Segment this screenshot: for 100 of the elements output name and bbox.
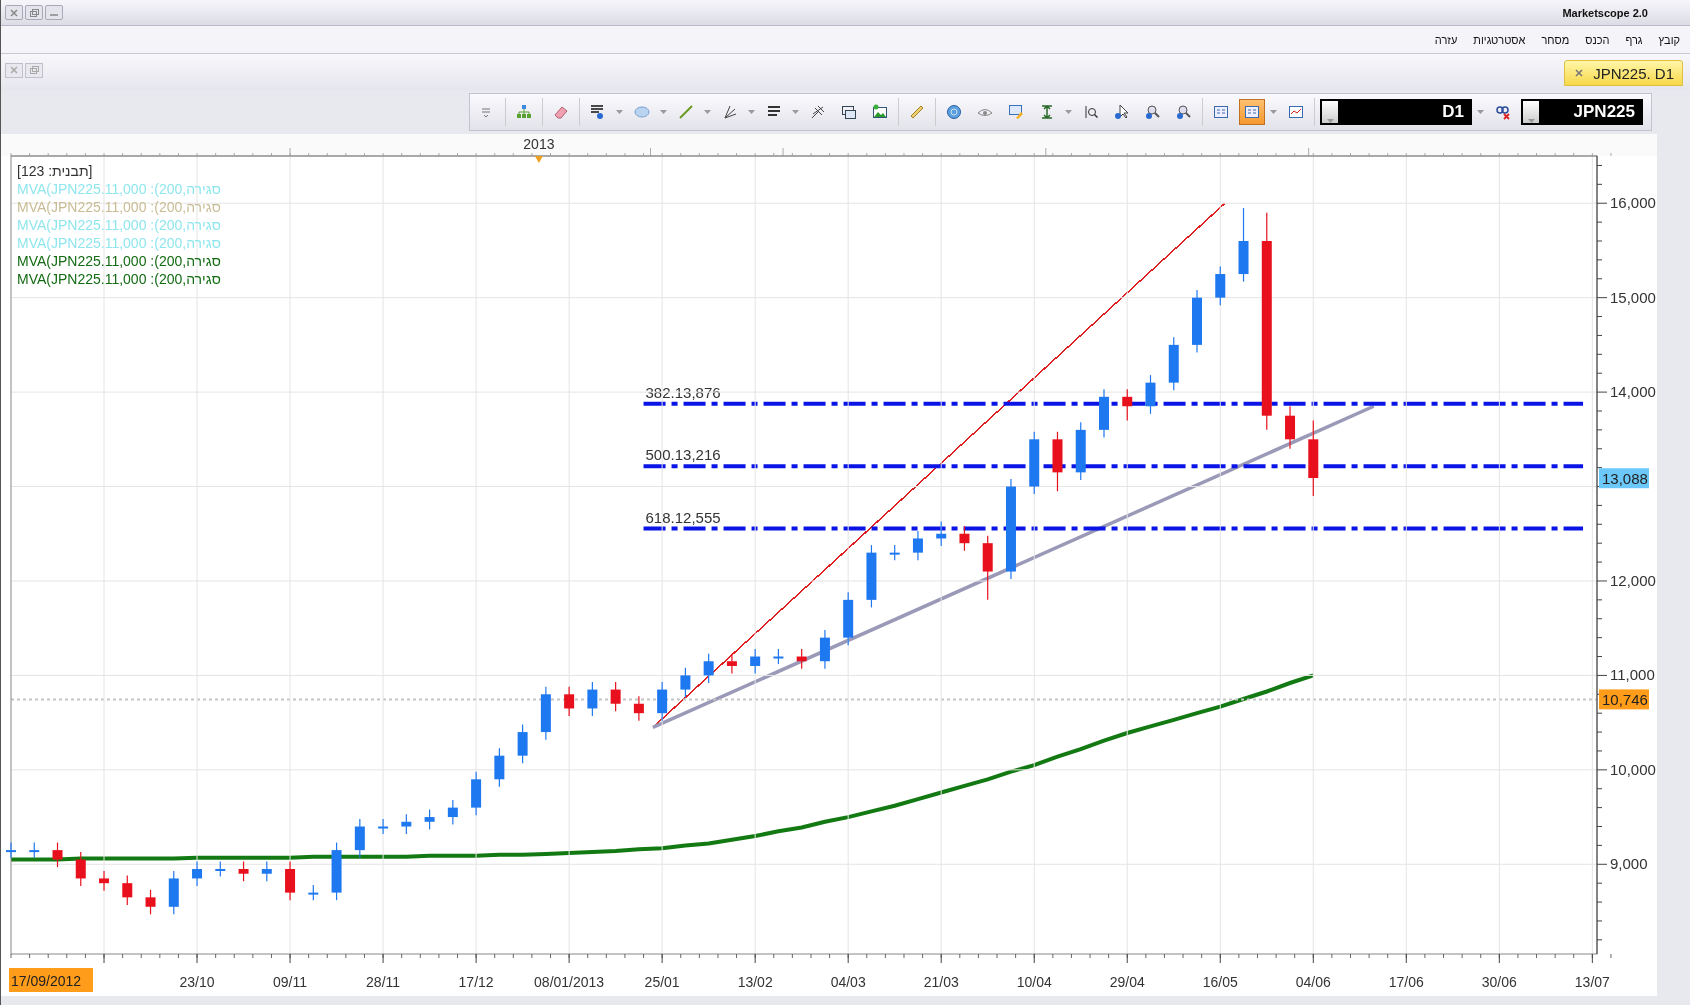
- zoom-out-icon: [1145, 104, 1161, 120]
- menu-item[interactable]: קובץ: [1658, 33, 1680, 46]
- caret-icon: [1477, 110, 1484, 114]
- candlestick: [215, 860, 226, 878]
- candlestick: [331, 841, 342, 901]
- candlestick: [750, 648, 761, 675]
- date-label: 30/06: [1481, 974, 1517, 990]
- date-label: 16/05: [1202, 974, 1238, 990]
- caret-icon: [1065, 110, 1072, 114]
- candlestick: [308, 884, 319, 901]
- timeframe-dropdown[interactable]: D1: [1320, 99, 1472, 125]
- candlestick: [680, 667, 691, 698]
- price-badge: 10,746: [1599, 689, 1649, 710]
- candlestick: [168, 870, 179, 915]
- window-title: Marketscope 2.0: [1562, 6, 1649, 19]
- price-label: 15,000: [1610, 288, 1656, 306]
- candlestick: [1215, 265, 1226, 306]
- date-label: 10/04: [1016, 974, 1052, 990]
- price-label: 16,000: [1610, 194, 1656, 212]
- candlestick: [517, 723, 528, 764]
- price-label: 10,000: [1610, 760, 1656, 778]
- retracement-level[interactable]: 382.13,876: [643, 383, 1584, 406]
- candlestick: [6, 841, 16, 859]
- candlestick: [959, 525, 970, 552]
- chart-tab[interactable]: JPN225. D1: [1564, 60, 1683, 86]
- edit-icon: [1008, 104, 1024, 120]
- menu-item[interactable]: גרף: [1625, 33, 1643, 46]
- candlestick: [1122, 388, 1133, 422]
- fan-icon: [722, 104, 738, 120]
- date-label: 29/04: [1109, 974, 1145, 990]
- eraser-icon: [553, 104, 569, 120]
- restore-button[interactable]: [25, 62, 43, 78]
- candlestick: [424, 808, 435, 830]
- hierarchy-icon: [516, 104, 532, 120]
- candlestick: [238, 860, 249, 882]
- text-add-icon: [590, 104, 606, 120]
- date-label: 21/03: [923, 974, 959, 990]
- indicator-legend: MVA(JPN225.11,000 :(200,סגירה: [17, 253, 221, 269]
- menu-item[interactable]: הכנס: [1585, 33, 1610, 46]
- menu-item[interactable]: מסחר: [1541, 33, 1570, 46]
- caret-icon: [704, 110, 711, 114]
- template-label: [תבנית: 123]: [17, 163, 93, 179]
- candlestick: [401, 813, 412, 835]
- date-label: 17/06: [1388, 974, 1424, 990]
- indicator-legend: MVA(JPN225.11,000 :(200,סגירה: [17, 271, 221, 287]
- globe-icon: [946, 104, 962, 120]
- zoom-icon: [1083, 104, 1099, 120]
- cursor-date-badge: 17/09/2012: [9, 968, 93, 992]
- menu-item[interactable]: אסטרטגיות: [1473, 33, 1526, 46]
- candlestick: [145, 889, 156, 915]
- candlestick: [982, 535, 993, 601]
- minimize-button[interactable]: [45, 5, 63, 20]
- date-label: 04/03: [830, 974, 866, 990]
- close-icon: [10, 66, 18, 74]
- price-label: 9,000: [1610, 855, 1648, 873]
- restore-button[interactable]: [25, 5, 43, 20]
- restore-icon: [29, 66, 39, 74]
- caret-icon: [1527, 119, 1535, 123]
- ellipse-icon: [634, 104, 650, 120]
- candlestick: [354, 818, 365, 859]
- chart-icon: [1288, 104, 1304, 120]
- candlestick: [587, 681, 598, 717]
- restore-icon: [29, 8, 39, 17]
- candlestick: [1052, 431, 1063, 492]
- candlestick: [657, 681, 668, 722]
- date-label: 17/12: [458, 974, 494, 990]
- caret-icon: [660, 110, 667, 114]
- retracement-level[interactable]: 500.13,216: [643, 446, 1584, 469]
- candlestick: [564, 686, 575, 717]
- retracement-level[interactable]: 618.12,555: [643, 508, 1584, 531]
- candlestick: [773, 648, 784, 665]
- layout-toggle[interactable]: [1239, 99, 1265, 125]
- indicator-legend: MVA(JPN225.11,000 :(200,סגירה: [17, 199, 221, 215]
- candlestick: [471, 771, 482, 816]
- date-label: 09/11: [273, 974, 308, 990]
- candlestick: [726, 653, 737, 675]
- pitchfork-icon: [810, 104, 826, 120]
- layout-icon: [1244, 104, 1260, 120]
- candlestick: [912, 530, 923, 561]
- height-icon: [1039, 104, 1055, 120]
- date-label: 08/01/2013: [534, 974, 605, 990]
- ruler-icon: [909, 104, 925, 120]
- menu-item[interactable]: עזרה: [1434, 33, 1458, 46]
- candlestick: [378, 818, 389, 835]
- date-label: 04/06: [1295, 974, 1331, 990]
- candlestick: [703, 653, 714, 684]
- candlestick: [99, 870, 109, 892]
- picture-icon: [872, 104, 888, 120]
- candlestick: [75, 851, 86, 887]
- price-label: 12,000: [1610, 571, 1656, 589]
- candlestick: [52, 841, 63, 868]
- candlestick: [610, 681, 621, 712]
- instrument-dropdown[interactable]: JPN225: [1521, 99, 1643, 125]
- candlestick: [796, 648, 807, 670]
- candlestick: [192, 860, 203, 887]
- candlestick: [866, 544, 877, 608]
- caret-icon: [1326, 119, 1334, 123]
- close-button[interactable]: [5, 62, 23, 78]
- close-icon[interactable]: [1575, 69, 1584, 77]
- close-button[interactable]: [5, 5, 23, 20]
